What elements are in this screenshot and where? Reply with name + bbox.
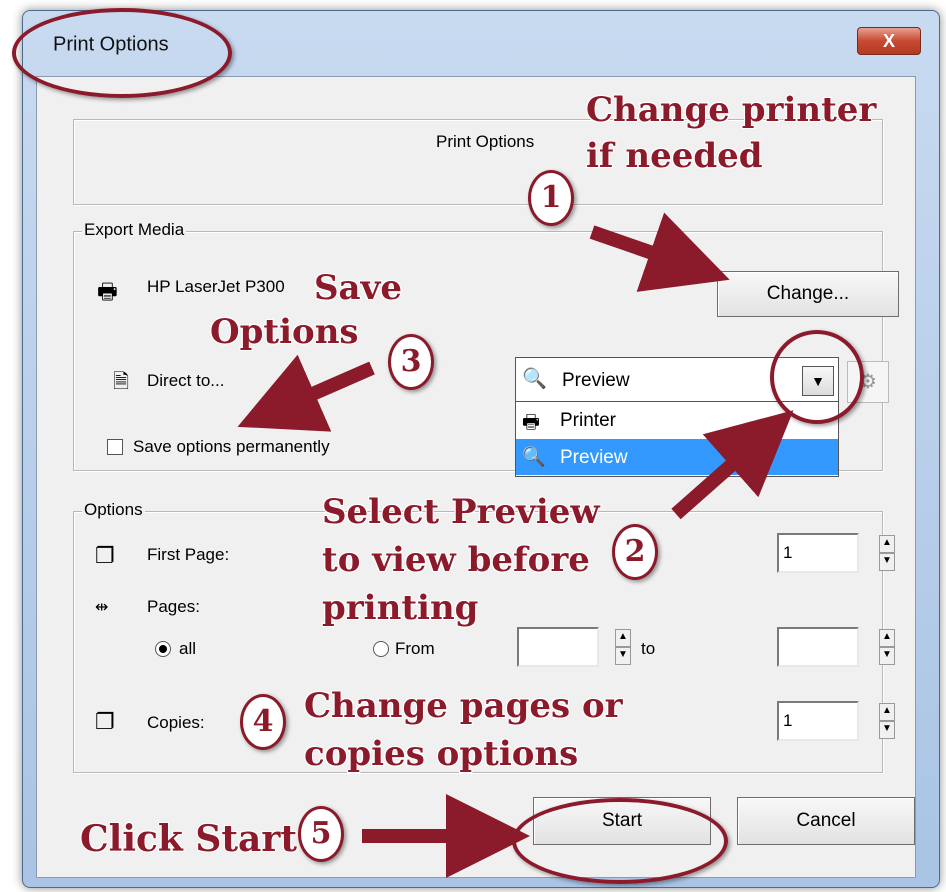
step-2-badge: 2 xyxy=(612,524,658,580)
annotation-save: Save xyxy=(314,268,402,308)
annotation-select-preview: Select Preview xyxy=(322,492,600,532)
annotation-change-printer: Change printer xyxy=(586,90,877,130)
step-1-badge: 1 xyxy=(528,170,574,226)
annotation-click-start: Click Start xyxy=(80,818,297,860)
step-5-badge: 5 xyxy=(298,806,344,862)
step-4-badge: 4 xyxy=(240,694,286,750)
annotation-copies-options: copies options xyxy=(304,734,579,774)
annotation-if-needed: if needed xyxy=(586,136,763,176)
arrow-3 xyxy=(237,354,375,432)
arrow-2 xyxy=(671,410,794,520)
step-3-badge: 3 xyxy=(388,334,434,390)
annotation-to-view-before: to view before xyxy=(322,540,590,580)
annotation-change-pages: Change pages or xyxy=(304,686,623,726)
arrow-1 xyxy=(589,212,730,292)
annotation-printing: printing xyxy=(322,588,479,628)
annotation-options: Options xyxy=(210,312,359,352)
